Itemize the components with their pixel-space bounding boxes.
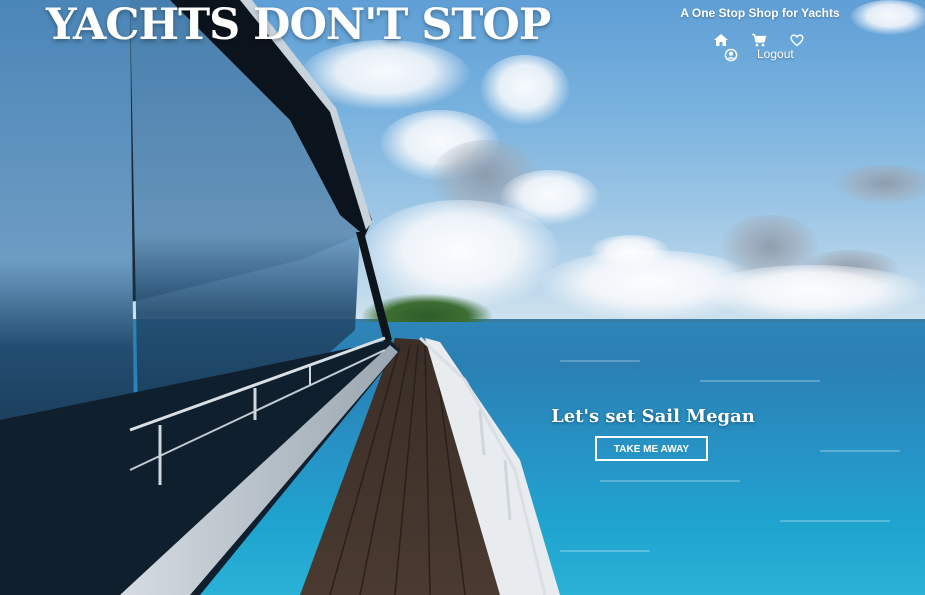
yacht-illustration <box>0 0 560 595</box>
home-icon[interactable] <box>713 33 729 47</box>
logout-link[interactable]: Logout <box>757 47 794 61</box>
site-tagline: A One Stop Shop for Yachts <box>680 6 840 20</box>
greeting-heading: Let's set Sail Megan <box>551 406 755 427</box>
take-me-away-button[interactable]: TAKE ME AWAY <box>595 436 708 461</box>
user-circle-icon[interactable] <box>723 48 739 62</box>
cart-icon[interactable] <box>751 33 767 47</box>
site-brand-title[interactable]: YACHTS DON'T STOP <box>46 0 551 50</box>
heart-icon[interactable] <box>789 33 805 47</box>
hero-section: YACHTS DON'T STOP A One Stop Shop for Ya… <box>0 0 925 595</box>
